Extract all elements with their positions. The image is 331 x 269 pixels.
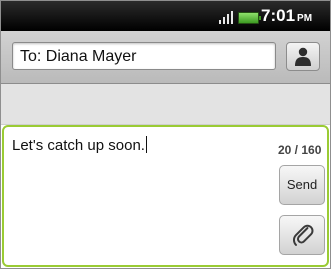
add-contact-button[interactable] — [286, 42, 320, 71]
message-composer: Let's catch up soon. 20 / 160 Send — [2, 125, 329, 267]
recipient-field[interactable]: To: Diana Mayer — [12, 42, 276, 70]
clock-ampm: PM — [297, 13, 313, 24]
text-cursor — [145, 136, 147, 153]
send-button[interactable]: Send — [279, 165, 325, 205]
attach-button[interactable] — [279, 215, 325, 255]
signal-icon — [219, 11, 235, 24]
battery-icon — [238, 12, 261, 24]
paperclip-icon — [292, 224, 314, 246]
message-text: Let's catch up soon. — [12, 137, 145, 154]
conversation-area — [1, 84, 330, 125]
message-input[interactable]: Let's catch up soon. — [12, 136, 147, 154]
character-counter: 20 / 160 — [278, 143, 322, 157]
recipient-bar: To: Diana Mayer — [1, 31, 330, 84]
clock-time: 7:01 — [261, 6, 296, 25]
status-bar: 7:01 PM — [1, 1, 330, 31]
person-icon — [295, 47, 311, 66]
messaging-screen: 7:01 PM To: Diana Mayer Let's catch up so… — [0, 0, 331, 269]
status-clock: 7:01 PM — [261, 6, 312, 26]
